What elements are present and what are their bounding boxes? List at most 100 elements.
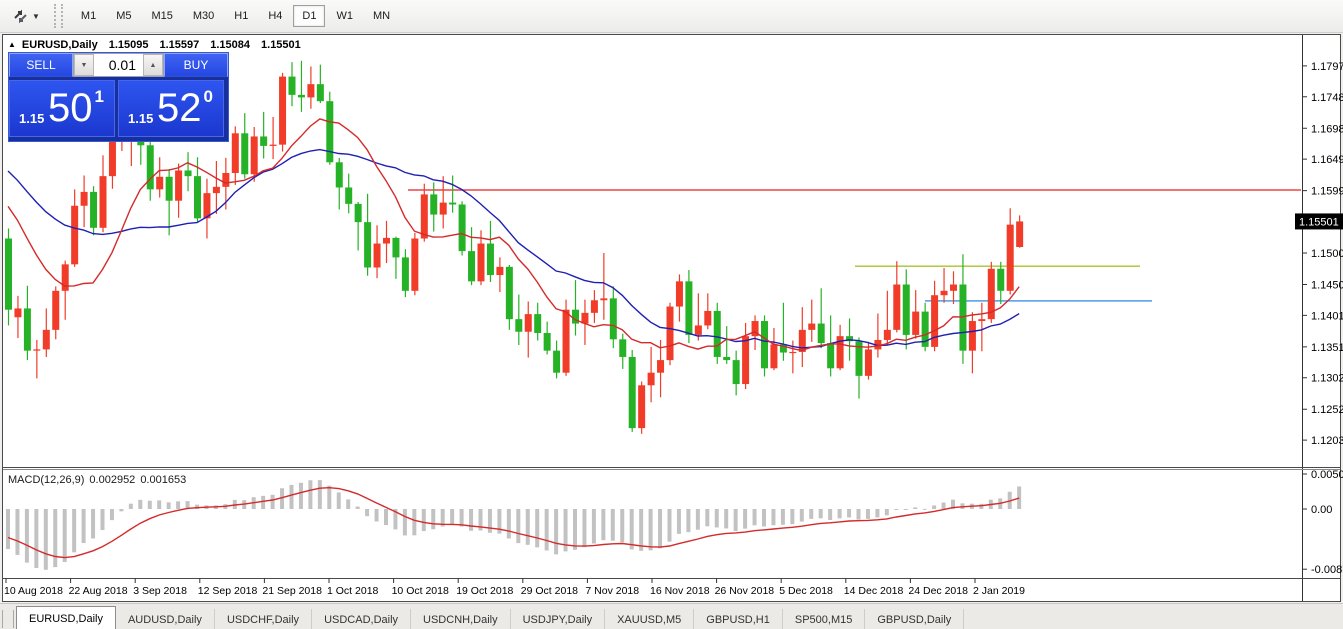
chart-tab-usdjpy-daily[interactable]: USDJPY,Daily: [511, 609, 606, 629]
macd-histogram-bar: [753, 509, 757, 525]
chart-tab-usdchf-daily[interactable]: USDCHF,Daily: [215, 609, 312, 629]
macd-histogram-bar: [82, 509, 86, 543]
macd-histogram-bar: [119, 509, 123, 511]
macd-histogram-bar: [148, 501, 152, 509]
macd-histogram-bar: [696, 509, 700, 530]
buy-price-tile[interactable]: 1.15 52 0: [118, 80, 224, 137]
candle-body-down: [392, 238, 399, 258]
macd-histogram-bar: [375, 509, 379, 522]
macd-histogram-bar: [44, 509, 48, 570]
macd-histogram-bar: [923, 509, 927, 510]
candle-body-down: [24, 308, 31, 350]
macd-histogram-bar: [308, 480, 312, 509]
macd-histogram-bar: [526, 509, 530, 545]
candle-body-up: [563, 310, 570, 373]
macd-histogram-bar: [25, 509, 29, 563]
candle-body-down: [714, 311, 721, 357]
candle-body-down: [326, 101, 333, 162]
macd-histogram-bar: [639, 509, 643, 551]
candle-body-up: [374, 244, 381, 268]
macd-histogram-bar: [620, 509, 624, 542]
buy-button[interactable]: BUY: [164, 53, 228, 77]
chart-tab-audusd-daily[interactable]: AUDUSD,Daily: [116, 609, 215, 629]
volume-decrease-button[interactable]: ▼: [74, 54, 94, 76]
mt4-terminal: ▼ M1M5M15M30H1H4D1W1MN 1.179701.174801.1…: [0, 0, 1343, 629]
macd-histogram-bar: [101, 509, 105, 530]
macd-histogram-bar: [63, 509, 67, 562]
date-tick-label: 26 Nov 2018: [715, 585, 775, 597]
collapse-icon[interactable]: ▲: [8, 40, 16, 49]
candle-body-up: [251, 136, 258, 174]
candle-body-up: [808, 324, 815, 330]
volume-increase-button[interactable]: ▲: [143, 54, 163, 76]
candle-body-down: [723, 357, 730, 360]
macd-histogram-bar: [53, 509, 57, 567]
candle-body-up: [1007, 225, 1014, 291]
candle-body-up: [941, 291, 948, 295]
macd-histogram-bar: [15, 509, 19, 555]
macd-histogram-bar: [649, 509, 653, 550]
macd-histogram-bar: [781, 509, 785, 525]
date-tick-label: 29 Oct 2018: [521, 585, 578, 597]
chart-tab-gbpusd-daily[interactable]: GBPUSD,Daily: [865, 609, 964, 629]
candle-body-down: [185, 170, 192, 176]
candle-body-up: [799, 330, 806, 352]
candle-body-down: [241, 133, 248, 174]
candle-body-up: [950, 285, 957, 291]
chart-tab-gbpusd-h1[interactable]: GBPUSD,H1: [694, 609, 783, 629]
candle-body-up: [279, 77, 286, 145]
chart-tab-usdcad-daily[interactable]: USDCAD,Daily: [312, 609, 411, 629]
sell-button[interactable]: SELL: [9, 53, 73, 77]
ohlc-low: 1.15084: [210, 39, 250, 51]
macd-histogram-bar: [290, 485, 294, 509]
candle-body-up: [270, 145, 277, 146]
current-price-tag-label: 1.15501: [1299, 216, 1339, 228]
macd-histogram-bar: [932, 505, 936, 509]
price-tick-label: 1.15000: [1311, 248, 1343, 260]
candle-body-down: [468, 251, 475, 281]
candle-body-down: [997, 269, 1004, 291]
sell-price-prefix: 1.15: [19, 111, 44, 126]
chart-tab-usdcnh-daily[interactable]: USDCNH,Daily: [411, 609, 511, 629]
candle-body-down: [194, 176, 201, 218]
candle-body-up: [109, 140, 116, 176]
candle-body-up: [884, 330, 891, 340]
date-tick-label: 14 Dec 2018: [844, 585, 904, 597]
candle: [629, 350, 636, 432]
tabbar-grip[interactable]: [2, 610, 14, 628]
ohlc-high: 1.15597: [159, 39, 199, 51]
date-tick-label: 1 Oct 2018: [327, 585, 379, 597]
chart-tab-eurusd-daily[interactable]: EURUSD,Daily: [16, 606, 116, 629]
macd-histogram-bar: [715, 509, 719, 527]
candle-body-up: [676, 281, 683, 306]
candle-body-up: [525, 314, 532, 332]
sell-price-tile[interactable]: 1.15 50 1: [9, 80, 115, 137]
candle-body-up: [638, 385, 645, 428]
chart-tab-xauusd-m5[interactable]: XAUUSD,M5: [605, 609, 694, 629]
date-tick-label: 21 Sep 2018: [262, 585, 322, 597]
candle-body-up: [893, 285, 900, 330]
candle-body-up: [969, 321, 976, 351]
candle-body-down: [733, 360, 740, 384]
macd-histogram-bar: [724, 509, 728, 528]
candle-body-down: [619, 339, 626, 357]
chart-tab-sp500-m15[interactable]: SP500,M15: [783, 609, 865, 629]
candle-body-up: [770, 344, 777, 368]
macd-histogram-bar: [403, 509, 407, 535]
macd-signal-value: 0.001653: [140, 474, 186, 486]
price-tick-label: 1.14500: [1311, 280, 1343, 292]
candle-body-up: [232, 133, 239, 173]
candle-body-up: [71, 206, 78, 265]
candle-body-down: [761, 321, 768, 368]
candle-body-up: [695, 325, 702, 334]
candle-body-down: [355, 204, 362, 222]
volume-input[interactable]: 0.01: [94, 54, 143, 76]
macd-histogram-bar: [875, 509, 879, 517]
date-tick-label: 7 Nov 2018: [585, 585, 639, 597]
macd-histogram-bar: [885, 509, 889, 515]
macd-histogram-bar: [535, 509, 539, 547]
macd-histogram-bar: [611, 509, 615, 541]
candle-body-up: [657, 360, 664, 373]
candle-body-up: [865, 349, 872, 375]
date-tick-label: 3 Sep 2018: [133, 585, 187, 597]
